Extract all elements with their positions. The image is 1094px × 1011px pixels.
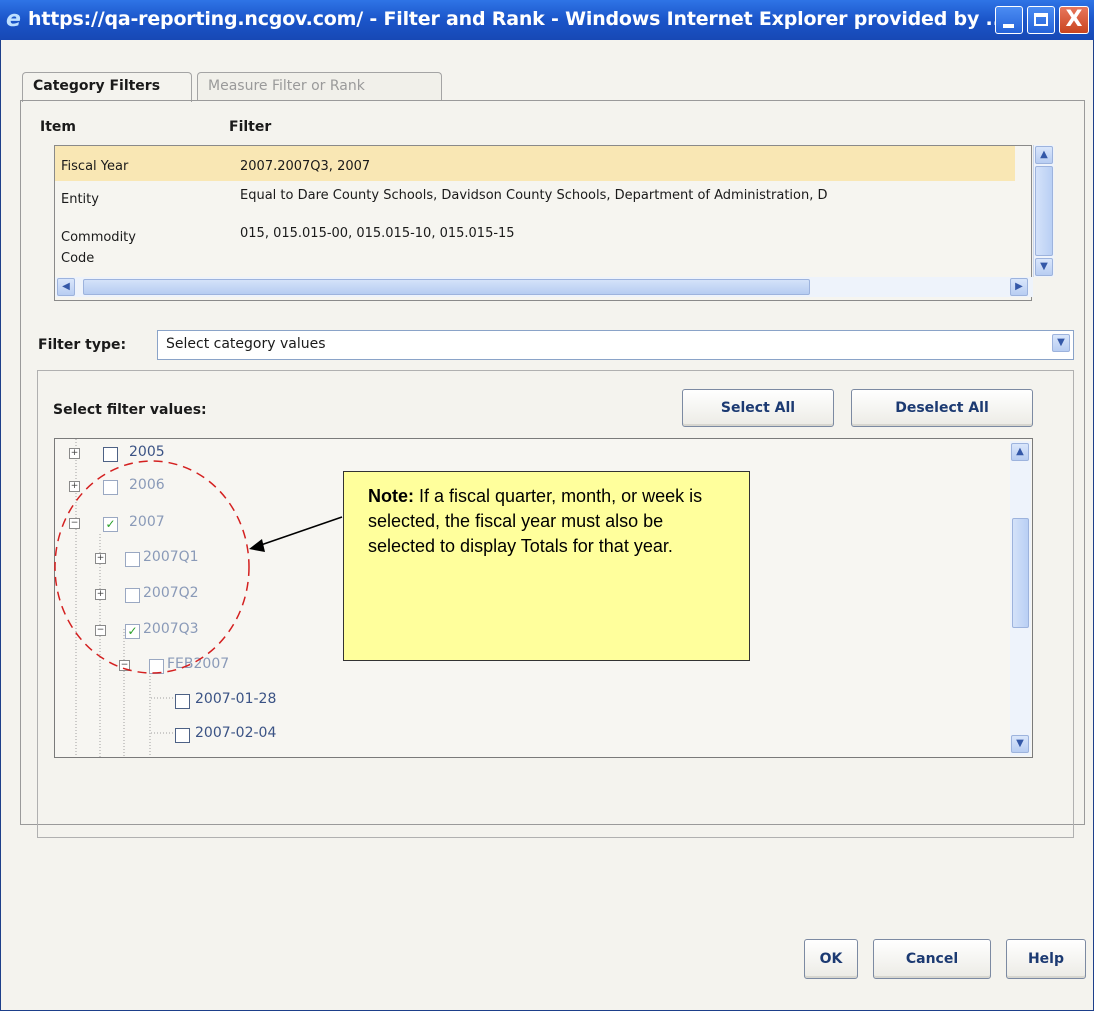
highlight-circle — [54, 460, 250, 674]
cancel-button[interactable]: Cancel — [873, 939, 991, 979]
help-button[interactable]: Help — [1006, 939, 1086, 979]
note-callout: Note: If a fiscal quarter, month, or wee… — [343, 471, 750, 661]
note-heading: Note: — [368, 486, 414, 506]
ok-button[interactable]: OK — [804, 939, 858, 979]
callout-arrow — [257, 516, 343, 547]
note-text: If a fiscal quarter, month, or week is s… — [368, 486, 703, 556]
arrow-head-icon — [249, 539, 265, 552]
